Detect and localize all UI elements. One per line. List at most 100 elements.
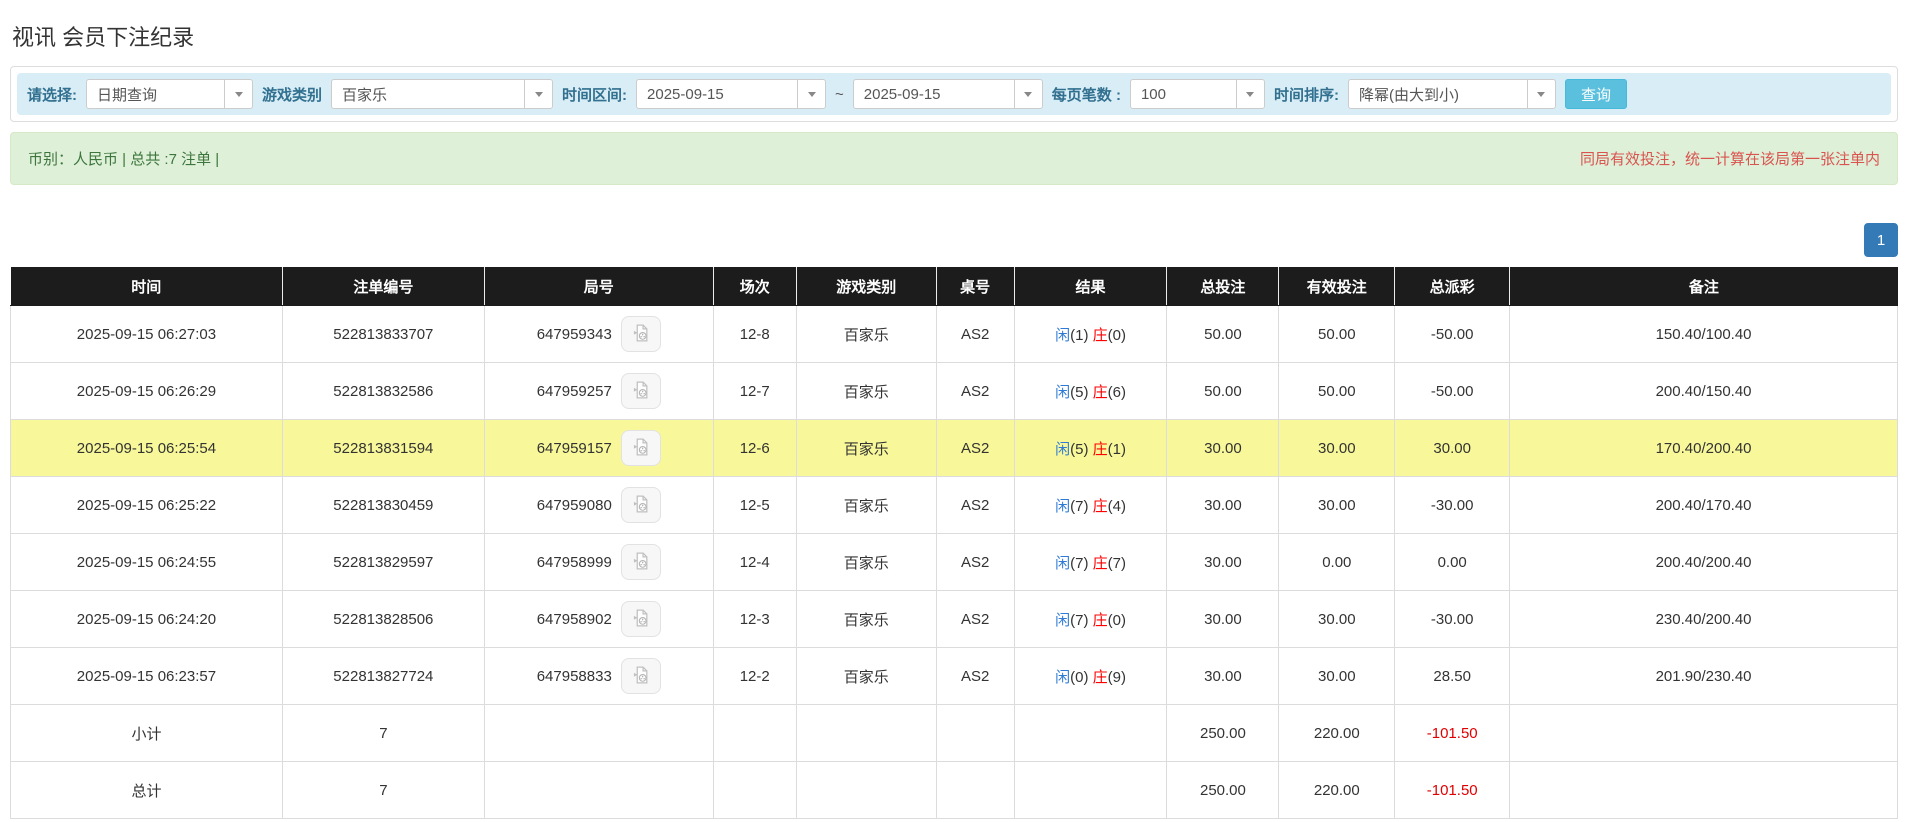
cell-table-no: AS2 [935,476,1015,534]
cell-time: 2025-09-15 06:25:54 [10,419,283,477]
summary-empty [1013,761,1168,819]
summary-empty [1013,704,1168,762]
video-replay-icon [631,608,651,631]
cell-result: 闲(5) 庄(1) [1013,419,1168,477]
summary-valid-bet: 220.00 [1278,704,1396,762]
table-header-row: 时间 注单编号 局号 场次 游戏类别 桌号 结果 总投注 有效投注 总派彩 备注 [10,267,1898,306]
cell-result: 闲(7) 庄(4) [1013,476,1168,534]
chevron-down-icon[interactable] [1526,80,1555,108]
cell-game-type: 百家乐 [795,362,937,420]
game-type-select[interactable]: 百家乐 [331,79,554,109]
video-replay-icon [631,665,651,688]
time-sort-select[interactable]: 降幂(由大到小) [1347,79,1556,109]
cell-round: 647959343 [483,305,714,363]
search-button[interactable]: 查询 [1564,79,1627,109]
pagination-top: 1 [10,223,1898,257]
cell-total-bet[interactable]: 30.00 [1166,590,1280,648]
video-replay-button[interactable] [620,487,661,523]
cell-session: 12-8 [712,305,797,363]
cell-total-bet[interactable]: 30.00 [1166,476,1280,534]
round-cell: 647958833 [486,658,712,694]
cell-table-no: AS2 [935,362,1015,420]
video-replay-icon [631,380,651,403]
page-size-select[interactable]: 100 [1129,79,1265,109]
video-replay-button[interactable] [620,544,661,580]
summary-empty [795,761,937,819]
cell-result: 闲(7) 庄(7) [1013,533,1168,591]
result-player-label: 闲 [1055,668,1071,686]
filter-bar: 请选择: 日期查询 游戏类别 百家乐 时间区间: 2025-09-15 ~ 20… [17,73,1891,115]
date-to-select[interactable]: 2025-09-15 [852,79,1043,109]
cell-total-bet[interactable]: 30.00 [1166,647,1280,705]
table-row: 2025-09-15 06:26:29 522813832586 647959257… [10,362,1898,420]
summary-empty [1509,704,1898,762]
column-header: 注单编号 [281,267,485,306]
round-cell: 647959257 [486,373,712,409]
summary-empty [483,761,714,819]
video-replay-button[interactable] [620,430,661,466]
video-replay-button[interactable] [620,316,661,352]
valid-bet-notice-text: 同局有效投注，统一计算在该局第一张注单内 [1579,151,1880,168]
cell-total-bet[interactable]: 30.00 [1166,419,1280,477]
records-table: 时间 注单编号 局号 场次 游戏类别 桌号 结果 总投注 有效投注 总派彩 备注 2025-09-1… [10,267,1898,819]
video-replay-button[interactable] [620,658,661,694]
cell-bet-id: 522813830459 [281,476,485,534]
chevron-down-icon[interactable] [797,80,825,108]
cell-remark: 230.40/200.40 [1509,590,1898,648]
summary-count: 7 [281,704,485,762]
table-row: 2025-09-15 06:24:20 522813828506 647958902… [10,590,1898,648]
chevron-down-icon[interactable] [1235,80,1264,108]
cell-valid-bet: 30.00 [1278,419,1396,477]
cell-payout: 30.00 [1394,419,1511,477]
summary-valid-bet: 220.00 [1278,761,1396,819]
chevron-down-icon[interactable] [524,80,552,108]
cell-result: 闲(7) 庄(0) [1013,590,1168,648]
result-banker-count: (1) [1107,440,1126,458]
round-id: 647958902 [536,610,612,628]
cell-remark: 201.90/230.40 [1509,647,1898,705]
time-range-label: 时间区间: [562,86,628,104]
round-cell: 647958999 [486,544,712,580]
result-banker-count: (9) [1107,668,1126,686]
result-player-label: 闲 [1055,497,1071,515]
cell-session: 12-7 [712,362,797,420]
video-replay-icon [631,437,651,460]
result-banker-count: (4) [1107,497,1126,515]
chevron-down-icon[interactable] [1013,80,1042,108]
result-banker-count: (0) [1107,326,1126,344]
date-from-select[interactable]: 2025-09-15 [636,79,827,109]
page-1-button[interactable]: 1 [1864,223,1898,257]
cell-payout: 0.00 [1394,533,1511,591]
cell-payout: -50.00 [1394,362,1511,420]
table-row: 2025-09-15 06:25:22 522813830459 647959080… [10,476,1898,534]
query-type-label: 请选择: [27,86,77,104]
chevron-down-icon[interactable] [224,80,252,108]
summary-empty [935,761,1015,819]
cell-session: 12-6 [712,419,797,477]
column-header: 总投注 [1166,267,1279,306]
query-type-select[interactable]: 日期查询 [86,79,253,109]
result-player-count: (7) [1070,554,1093,572]
summary-info-bar: 币别：人民币 | 总共 :7 注单 | 同局有效投注，统一计算在该局第一张注单内 [10,132,1898,185]
cell-remark: 170.40/200.40 [1509,419,1898,477]
result-player-label: 闲 [1055,383,1071,401]
cell-total-bet[interactable]: 50.00 [1166,305,1280,363]
video-replay-button[interactable] [620,601,661,637]
cell-total-bet[interactable]: 30.00 [1166,533,1280,591]
video-replay-button[interactable] [620,373,661,409]
time-sort-value: 降幂(由大到小) [1358,86,1459,104]
result-player-label: 闲 [1055,611,1071,629]
cell-session: 12-4 [712,533,797,591]
cell-valid-bet: 50.00 [1278,362,1396,420]
cell-remark: 200.40/200.40 [1509,533,1898,591]
cell-bet-id: 522813833707 [281,305,485,363]
result-banker-label: 庄 [1092,668,1108,686]
game-type-value: 百家乐 [342,86,388,104]
result-player-label: 闲 [1055,440,1071,458]
cell-session: 12-5 [712,476,797,534]
round-cell: 647959080 [486,487,712,523]
column-header: 时间 [10,267,283,306]
result-banker-label: 庄 [1092,383,1108,401]
cell-total-bet[interactable]: 50.00 [1166,362,1280,420]
round-id: 647959157 [536,439,612,457]
